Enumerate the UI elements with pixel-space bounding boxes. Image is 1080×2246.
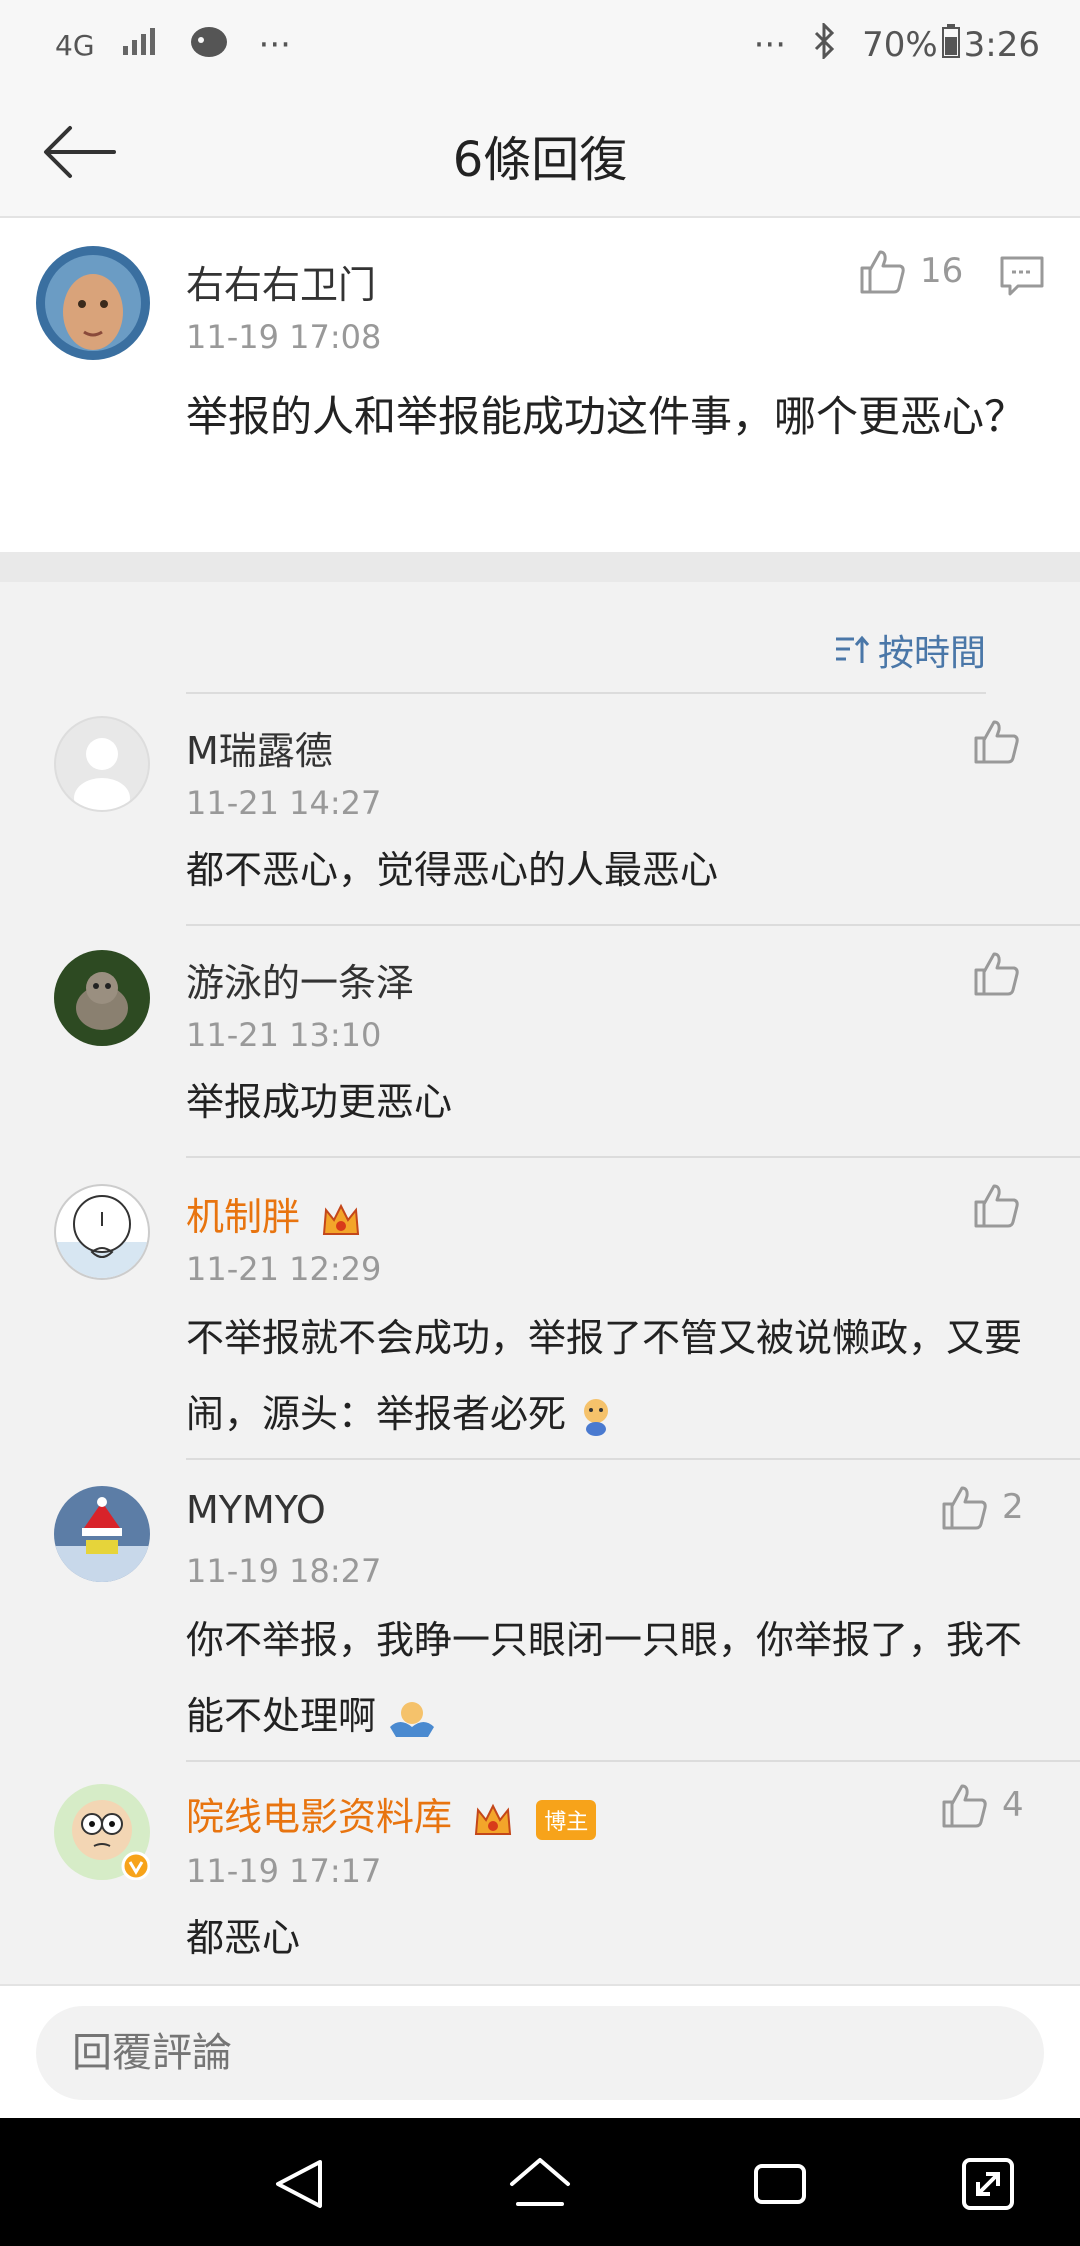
- like-button[interactable]: 2: [940, 1484, 1024, 1530]
- vip-crown-icon: [475, 1803, 512, 1835]
- nav-bar: 6條回復: [0, 90, 1080, 218]
- battery-level: 70%: [862, 25, 938, 65]
- avatar[interactable]: [36, 246, 150, 360]
- divider: [186, 1760, 1080, 1762]
- more-notifications-icon: ···: [258, 25, 291, 65]
- username[interactable]: 机制胖: [186, 1186, 362, 1241]
- comment-text: 举报成功更恶心: [186, 1080, 453, 1124]
- app-notification-icon: [187, 21, 233, 70]
- avatar[interactable]: [54, 950, 150, 1046]
- back-nav-button[interactable]: [270, 2154, 330, 2214]
- username[interactable]: 游泳的一条泽: [186, 952, 414, 1007]
- more-status-icon: ···: [753, 25, 787, 65]
- expand-icon: [962, 2158, 1014, 2210]
- avatar[interactable]: [54, 716, 150, 812]
- like-button[interactable]: [972, 1182, 1020, 1228]
- timestamp: 11-19 17:08: [186, 318, 382, 356]
- fullscreen-nav-button[interactable]: [958, 2154, 1018, 2214]
- divider: [186, 1458, 1080, 1460]
- triangle-back-icon: [276, 2160, 322, 2208]
- thumbs-up-icon: [942, 1486, 987, 1530]
- home-nav-button[interactable]: [508, 2154, 570, 2214]
- username[interactable]: 院线电影资料库 博主: [186, 1786, 597, 1841]
- clock: 3:26: [963, 25, 1040, 65]
- thumbs-up-icon: [860, 250, 905, 294]
- system-nav-bar: [0, 2118, 1080, 2246]
- sweat-emoji-icon: [584, 1398, 609, 1436]
- timestamp: 11-21 14:27: [186, 784, 382, 822]
- like-button[interactable]: [972, 950, 1020, 996]
- avatar[interactable]: [54, 1486, 150, 1582]
- avatar[interactable]: [54, 1784, 151, 1881]
- original-comment: 右右右卫门 11-19 17:08 16 举报的人和举报能成功这件事，哪个更恶心…: [0, 218, 1080, 552]
- status-bar: 4G ··· ··· 70% 3:26: [0, 0, 1080, 90]
- reply-comment-button[interactable]: [998, 254, 1046, 302]
- timestamp: 11-21 13:10: [186, 1016, 382, 1054]
- sort-icon: [835, 635, 870, 663]
- battery-icon: [941, 23, 960, 67]
- shrug-emoji-icon: [390, 1701, 435, 1737]
- recents-nav-button[interactable]: [750, 2154, 810, 2214]
- network-type: 4G: [55, 28, 95, 62]
- page-title: 6條回復: [452, 132, 628, 188]
- comment-text: 都不恶心，觉得恶心的人最恶心: [186, 848, 719, 892]
- bluetooth-icon: [812, 20, 836, 68]
- avatar[interactable]: [54, 1184, 150, 1280]
- like-button[interactable]: 16: [858, 248, 963, 294]
- blogger-badge: 博主: [536, 1799, 597, 1840]
- thumbs-up-icon: [974, 952, 1019, 996]
- comment-text: 举报的人和举报能成功这件事，哪个更恶心？: [186, 392, 1027, 441]
- vip-crown-icon: [323, 1203, 360, 1235]
- thumbs-up-icon: [942, 1784, 987, 1828]
- comment-text: 都恶心: [186, 1916, 301, 1960]
- divider: [186, 924, 1080, 926]
- like-count: 4: [1002, 1785, 1024, 1825]
- section-separator: [0, 552, 1080, 582]
- like-button[interactable]: [972, 718, 1020, 764]
- comment-text: 不举报就不会成功，举报了不管又被说懒政，又要闹，源头：举报者必死: [186, 1316, 1023, 1436]
- username[interactable]: M瑞露德: [186, 720, 333, 775]
- like-button[interactable]: 4: [940, 1782, 1024, 1828]
- like-count: 16: [920, 251, 964, 291]
- reply-list: 按時間 M瑞露德 11-21 14:27 都不恶心，觉得恶心的人最恶心 游泳的一…: [0, 582, 1080, 1984]
- comment-text: 你不举报，我睁一只眼闭一只眼，你举报了，我不能不处理啊: [186, 1618, 1023, 1738]
- reply-input[interactable]: [36, 2006, 1044, 2100]
- recents-icon: [754, 2164, 806, 2204]
- signal-icon: [121, 25, 161, 65]
- timestamp: 11-19 18:27: [186, 1552, 382, 1590]
- sort-toggle[interactable]: 按時間: [834, 624, 986, 676]
- timestamp: 11-19 17:17: [186, 1852, 382, 1890]
- username[interactable]: 右右右卫门: [186, 254, 376, 309]
- timestamp: 11-21 12:29: [186, 1250, 382, 1288]
- sort-label: 按時間: [877, 633, 986, 674]
- divider: [186, 1156, 1080, 1158]
- like-count: 2: [1002, 1487, 1024, 1527]
- reply-bar: [0, 1984, 1080, 2118]
- thumbs-up-icon: [974, 1184, 1019, 1228]
- divider: [186, 692, 986, 694]
- thumbs-up-icon: [974, 720, 1019, 764]
- comment-icon: [1000, 256, 1044, 296]
- home-icon: [510, 2158, 570, 2206]
- username[interactable]: MYMYO: [186, 1488, 326, 1532]
